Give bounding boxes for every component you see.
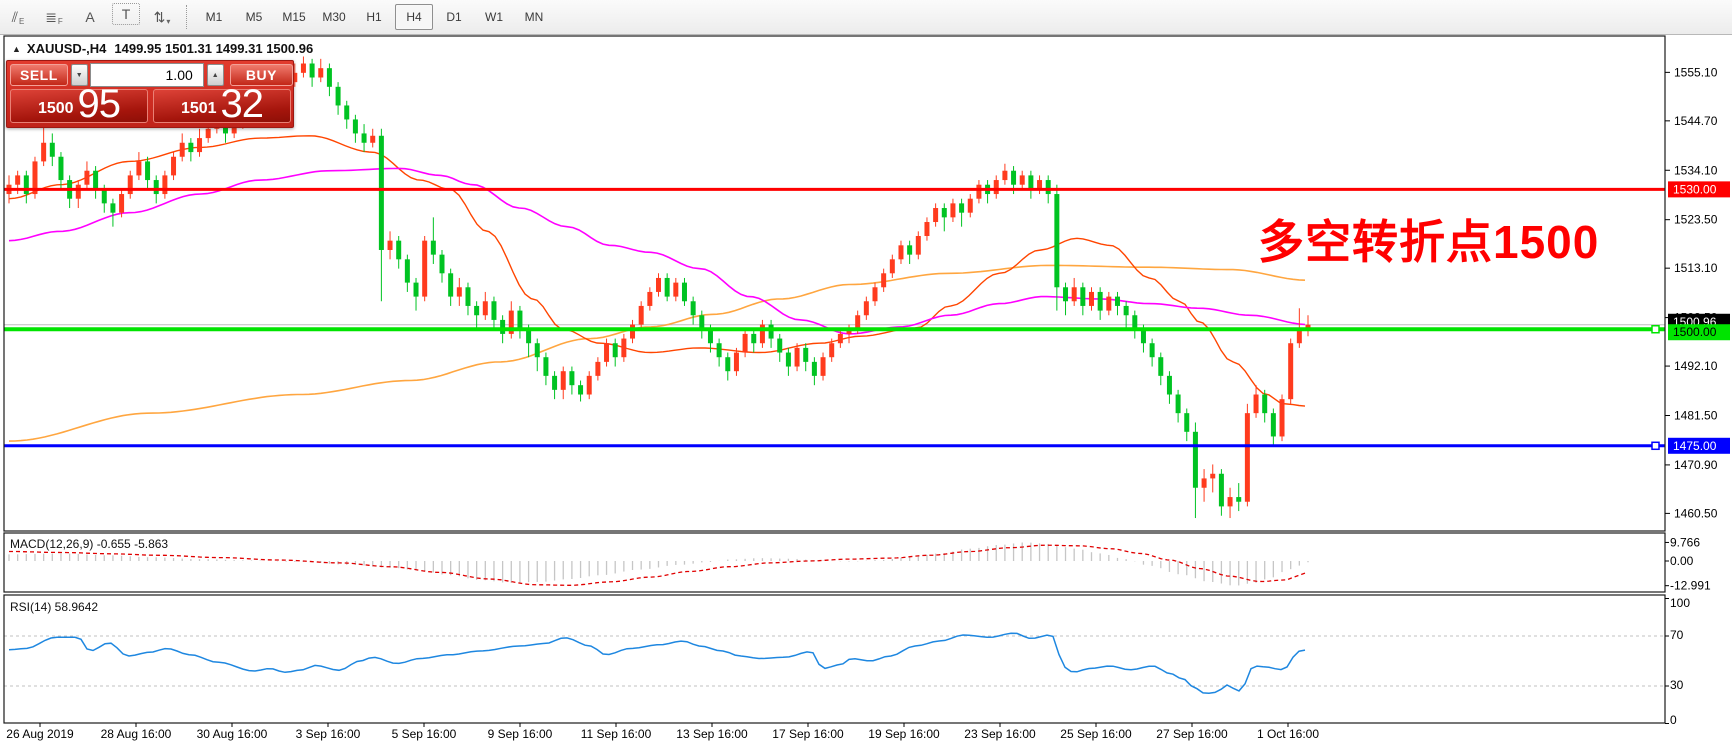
svg-text:19 Sep 16:00: 19 Sep 16:00: [868, 727, 940, 741]
chevron-down-icon: ▼: [75, 71, 83, 79]
timeframe-m1[interactable]: M1: [195, 4, 233, 30]
trade-prices-row: 1500 95 1501 32: [7, 82, 293, 126]
svg-text:27 Sep 16:00: 27 Sep 16:00: [1156, 727, 1228, 741]
fibonacci-icon[interactable]: ≣ F: [37, 3, 71, 31]
equidistant-channel-icon[interactable]: ⫽ E: [1, 3, 35, 31]
svg-text:17 Sep 16:00: 17 Sep 16:00: [772, 727, 844, 741]
chevron-up-icon: ▲: [211, 71, 219, 79]
svg-text:1544.70: 1544.70: [1674, 114, 1718, 128]
svg-text:1481.50: 1481.50: [1674, 408, 1718, 422]
timeframe-d1[interactable]: D1: [435, 4, 473, 30]
svg-text:23 Sep 16:00: 23 Sep 16:00: [964, 727, 1036, 741]
svg-text:1523.50: 1523.50: [1674, 213, 1718, 227]
svg-text:1470.90: 1470.90: [1674, 458, 1718, 472]
ask-price-big: 32: [220, 82, 264, 126]
svg-text:3 Sep 16:00: 3 Sep 16:00: [296, 727, 361, 741]
svg-text:26 Aug 2019: 26 Aug 2019: [6, 727, 74, 741]
collapse-triangle-icon[interactable]: ▲: [12, 44, 21, 54]
chart-header: ▲ XAUUSD-,H4 1499.95 1501.31 1499.31 1500.…: [12, 41, 313, 56]
timeframe-h1[interactable]: H1: [355, 4, 393, 30]
toolbar: ⫽ E ≣ F A T ⇅ ▾ M1 M5 M15 M30 H1 H4 D1 W1 MN: [0, 0, 1732, 35]
svg-text:1475.00: 1475.00: [1673, 439, 1717, 453]
svg-text:1 Oct 16:00: 1 Oct 16:00: [1257, 727, 1319, 741]
text-icon[interactable]: A: [73, 3, 107, 31]
macd-label: MACD(12,26,9) -0.655 -5.863: [10, 537, 169, 551]
svg-text:70: 70: [1670, 628, 1684, 642]
timeframe-mn[interactable]: MN: [515, 4, 553, 30]
svg-text:9 Sep 16:00: 9 Sep 16:00: [488, 727, 553, 741]
one-click-trading-panel: SELL ▼ ▲ BUY 1500 95 1501 32: [6, 60, 294, 128]
svg-text:1492.10: 1492.10: [1674, 359, 1718, 373]
svg-text:11 Sep 16:00: 11 Sep 16:00: [581, 727, 652, 741]
text-label-icon[interactable]: T: [112, 3, 140, 25]
timeframe-m30[interactable]: M30: [315, 4, 353, 30]
svg-text:1460.50: 1460.50: [1674, 506, 1718, 520]
rsi-label: RSI(14) 58.9642: [10, 600, 99, 614]
timeframe-h4[interactable]: H4: [395, 4, 433, 30]
svg-text:0: 0: [1670, 713, 1677, 727]
svg-text:1500.00: 1500.00: [1673, 325, 1717, 339]
timeframe-buttons: M1 M5 M15 M30 H1 H4 D1 W1 MN: [194, 4, 554, 30]
symbol-title: XAUUSD-,H4: [26, 41, 107, 56]
svg-text:1534.10: 1534.10: [1674, 163, 1718, 177]
timeframe-m5[interactable]: M5: [235, 4, 273, 30]
svg-text:13 Sep 16:00: 13 Sep 16:00: [676, 727, 748, 741]
ask-price-box[interactable]: 1501 32: [153, 82, 291, 126]
svg-text:25 Sep 16:00: 25 Sep 16:00: [1060, 727, 1132, 741]
svg-text:9.766: 9.766: [1670, 535, 1700, 549]
object-tools: ⫽ E ≣ F A T ⇅ ▾: [0, 3, 180, 31]
svg-text:30: 30: [1670, 678, 1684, 692]
svg-text:100: 100: [1670, 596, 1690, 610]
chart-annotation-text: 多空转折点1500: [1258, 216, 1600, 268]
svg-text:0.00: 0.00: [1670, 554, 1694, 568]
ask-price-small: 1501: [180, 100, 217, 117]
svg-text:-12.991: -12.991: [1670, 579, 1711, 593]
svg-text:30 Aug 16:00: 30 Aug 16:00: [197, 727, 268, 741]
svg-text:1530.00: 1530.00: [1673, 182, 1717, 196]
timeframe-w1[interactable]: W1: [475, 4, 513, 30]
ohlc-values: 1499.95 1501.31 1499.31 1500.96: [114, 41, 314, 56]
svg-text:5 Sep 16:00: 5 Sep 16:00: [392, 727, 457, 741]
toolbar-separator: [186, 5, 188, 29]
bid-price-small: 1500: [37, 100, 74, 117]
bid-price-box[interactable]: 1500 95: [10, 82, 148, 126]
arrows-icon[interactable]: ⇅ ▾: [145, 3, 179, 31]
svg-text:28 Aug 16:00: 28 Aug 16:00: [101, 727, 172, 741]
svg-text:1555.10: 1555.10: [1674, 65, 1718, 79]
timeframe-m15[interactable]: M15: [275, 4, 313, 30]
sell-button[interactable]: SELL: [10, 64, 68, 86]
bid-price-big: 95: [77, 82, 121, 126]
svg-text:1513.10: 1513.10: [1674, 261, 1718, 275]
